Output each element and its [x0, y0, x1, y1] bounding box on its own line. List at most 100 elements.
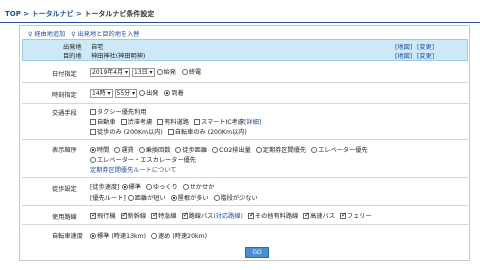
walk-route-stairs-radio[interactable] — [213, 195, 220, 201]
add-links: ♀ 経由地追加 ♀ 出発地と目的地を入替 — [28, 29, 139, 38]
express-checkbox[interactable] — [151, 211, 158, 219]
add-waypoint-link[interactable]: 経由地追加 — [34, 31, 65, 38]
last-train-radio[interactable] — [181, 69, 188, 75]
walk-speed-normal-label: 標準 — [128, 184, 141, 191]
pin-icon: ♀ — [28, 31, 33, 38]
order-walk-label: 徒歩距離 — [182, 147, 208, 154]
dest-change-link[interactable]: [変更] — [417, 51, 434, 60]
order-transfers-radio[interactable] — [138, 147, 145, 153]
origin-map-link[interactable]: [地図] — [395, 42, 412, 51]
bike-only-label: 自転車のみ (200Km以内) — [174, 129, 247, 136]
order-co2-radio[interactable] — [212, 147, 219, 153]
date-label: 日付指定 — [52, 71, 77, 78]
order-elevator-label: エレベーター優先 — [318, 147, 368, 154]
order-pass-label: 定期券区間優先 — [262, 147, 307, 154]
origin-label: 出発地 — [63, 44, 82, 51]
order-escalator-label: エレベーター・エスカレーター優先 — [97, 157, 196, 164]
walk-speed-slow-radio[interactable] — [145, 184, 152, 190]
walk-row: 徒歩設定 [徒歩速度] 標準 ゆっくり せかせか [優先ルート] 距離が短い 屋… — [22, 178, 468, 206]
minute-select[interactable]: 55分 ▾ — [114, 88, 138, 98]
routes-row: 使用路線 飛行機 新幹線 特急線 路線バス(対応路線) その他有料路線 高速バス… — [22, 206, 468, 225]
walk-route-label: [優先ルート] — [90, 195, 126, 202]
order-elevator-radio[interactable] — [311, 147, 318, 153]
taxi-label: タクシー優先利用 — [97, 109, 147, 116]
traffic-checkbox[interactable] — [120, 119, 127, 125]
walk-speed-normal-radio[interactable] — [121, 184, 128, 190]
arrive-label: 到着 — [171, 90, 184, 97]
go-button[interactable]: GO — [245, 247, 269, 258]
breadcrumb-separator: > — [20, 10, 32, 18]
traffic-label: 渋滞考慮 — [127, 119, 153, 126]
smart-ic-label: スマートIC考慮 — [200, 119, 245, 126]
transport-row: 交通手段 タクシー優先利用 自動車 渋滞考慮 有料道路 スマートIC考慮[詳細]… — [22, 104, 468, 140]
taxi-checkbox[interactable] — [90, 109, 96, 115]
last-train-label: 終電 — [188, 69, 202, 76]
order-label: 表示順序 — [52, 147, 77, 154]
smart-ic-checkbox[interactable] — [193, 119, 200, 125]
order-co2-label: CO2排出量 — [219, 147, 251, 154]
order-fare-radio[interactable] — [114, 147, 121, 153]
bike-normal-radio[interactable] — [90, 233, 96, 239]
car-checkbox[interactable] — [90, 119, 96, 125]
bus-checkbox[interactable] — [181, 211, 188, 219]
arrive-radio[interactable] — [164, 90, 171, 96]
bus-supported-link[interactable]: (対応路線) — [213, 213, 243, 220]
breadcrumb-current: トータルナビ条件設定 — [84, 10, 155, 18]
order-pass-radio[interactable] — [255, 147, 262, 153]
depart-radio[interactable] — [139, 90, 146, 96]
swap-od-link[interactable]: 出発地と目的地を入替 — [78, 31, 140, 38]
express-label: 特急線 — [158, 213, 177, 220]
date-row: 日付指定 2019年4月 ▾ 13日 ▾ 始発 終電 — [22, 61, 468, 83]
shinkansen-checkbox[interactable] — [120, 211, 127, 219]
walk-route-stairs-label: 階段が少ない — [220, 195, 258, 202]
bike-only-checkbox[interactable] — [167, 129, 174, 135]
breadcrumb: TOP > トータルナビ > トータルナビ条件設定 — [5, 9, 154, 19]
ferry-checkbox[interactable] — [339, 211, 347, 219]
walk-route-short-label: 距離が短い — [134, 195, 166, 202]
order-row: 表示順序 時間 運賃 乗換回数 徒歩距離 CO2排出量 定期券区間優先 エレベー… — [22, 140, 468, 178]
order-transfers-label: 乗換回数 — [145, 147, 171, 154]
time-label: 時刻指定 — [52, 92, 77, 99]
toll-checkbox[interactable] — [157, 119, 164, 125]
pass-route-info-link[interactable]: 定期券区間優先ルートについて — [90, 165, 176, 174]
airplane-checkbox[interactable] — [90, 211, 97, 219]
walk-speed-fast-radio[interactable] — [182, 184, 189, 190]
toll-label: 有料道路 — [164, 119, 189, 126]
bike-fast-radio[interactable] — [151, 233, 157, 239]
walk-speed-slow-label: ゆっくり — [152, 184, 178, 191]
bike-row: 自転車速度 標準 (時速13km) 速め (時速20km) — [22, 225, 468, 244]
breadcrumb-nav-link[interactable]: トータルナビ — [32, 10, 74, 18]
breadcrumb-separator: > — [73, 10, 85, 18]
shinkansen-label: 新幹線 — [127, 213, 147, 220]
breadcrumb-top-link[interactable]: TOP — [5, 10, 21, 18]
dest-map-link[interactable]: [地図] — [395, 51, 412, 60]
time-row: 時刻指定 14時 ▾ 55分 ▾ 出発 到着 — [22, 83, 468, 104]
day-select[interactable]: 13日 ▾ — [131, 67, 155, 77]
dest-label: 目的地 — [63, 53, 82, 60]
highway-bus-checkbox[interactable] — [303, 211, 310, 219]
order-walk-radio[interactable] — [175, 147, 182, 153]
od-box: 出発地 自宅 目的地 神田神社(神田明神) [地図] [変更] [地図] [変更… — [22, 39, 468, 61]
walk-speed-label: [徒歩速度] — [90, 184, 120, 191]
first-train-label: 始発 — [163, 69, 176, 76]
order-escalator-radio[interactable] — [90, 157, 96, 163]
order-time-label: 時間 — [97, 147, 110, 154]
pin-icon: ♀ — [71, 31, 76, 38]
transport-detail-link[interactable]: [詳細] — [244, 119, 261, 126]
walk-speed-fast-label: せかせか — [189, 184, 215, 191]
walk-only-checkbox[interactable] — [90, 129, 96, 135]
other-paid-checkbox[interactable] — [247, 211, 255, 219]
transport-label: 交通手段 — [52, 110, 77, 117]
other-paid-label: その他有料路線 — [254, 213, 299, 220]
day-select-value: 13日 — [133, 68, 148, 76]
month-select[interactable]: 2019年4月 ▾ — [90, 67, 131, 77]
first-train-radio[interactable] — [156, 69, 163, 75]
origin-change-link[interactable]: [変更] — [417, 42, 434, 51]
month-select-value: 2019年4月 — [92, 68, 124, 76]
hour-select[interactable]: 14時 ▾ — [90, 88, 113, 98]
order-time-radio[interactable] — [90, 147, 96, 153]
walk-route-roof-radio[interactable] — [170, 195, 177, 201]
car-label: 自動車 — [97, 119, 116, 126]
walk-route-short-radio[interactable] — [127, 195, 134, 201]
dest-value: 神田神社(神田明神) — [91, 53, 146, 60]
